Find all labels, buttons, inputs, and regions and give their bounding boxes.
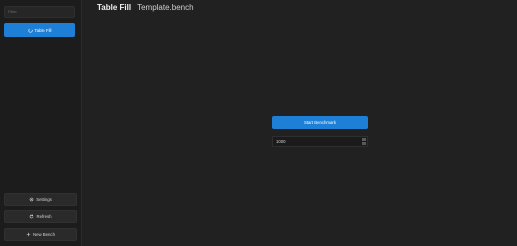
refresh-button[interactable]: Refresh bbox=[4, 210, 77, 223]
refresh-label: Refresh bbox=[36, 214, 52, 219]
settings-button[interactable]: Settings bbox=[4, 193, 77, 206]
sidebar-item-label: Table Fill bbox=[34, 27, 52, 33]
sidebar: Filter Table Fill Settings Refresh New B… bbox=[0, 0, 82, 246]
number-stepper[interactable] bbox=[361, 137, 367, 146]
iterations-input[interactable]: 1000 bbox=[272, 136, 368, 147]
iterations-value: 1000 bbox=[276, 139, 286, 144]
plus-icon bbox=[26, 232, 31, 237]
filter-input[interactable]: Filter bbox=[4, 6, 75, 18]
start-benchmark-button[interactable]: Start Benchmark bbox=[272, 116, 368, 129]
spinner-icon bbox=[27, 27, 33, 33]
gear-icon bbox=[29, 197, 34, 202]
new-bench-button[interactable]: New Bench bbox=[4, 228, 77, 241]
page-title: Table Fill Template.bench bbox=[97, 3, 194, 15]
sidebar-item-table-fill[interactable]: Table Fill bbox=[4, 23, 75, 37]
bench-file-name: Template.bench bbox=[137, 3, 194, 12]
stepper-down-icon[interactable] bbox=[362, 142, 366, 145]
refresh-icon bbox=[30, 214, 34, 219]
new-bench-label: New Bench bbox=[33, 232, 55, 237]
settings-label: Settings bbox=[36, 197, 52, 202]
bench-title: Table Fill bbox=[97, 3, 132, 12]
stepper-up-icon[interactable] bbox=[362, 138, 366, 141]
